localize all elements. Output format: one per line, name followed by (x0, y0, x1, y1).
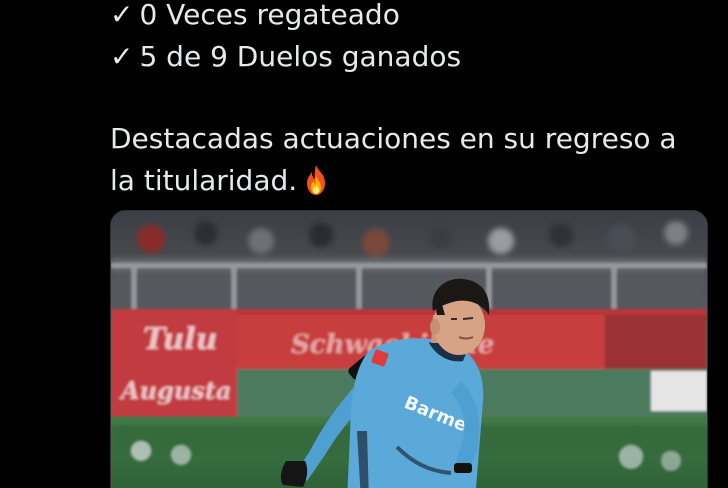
tweet-paragraph-text: la titularidad. (110, 164, 298, 197)
football-player-photo: Tulu Augusta Schwaebische (111, 211, 707, 488)
stat-text: 5 de 9 Duelos ganados (139, 40, 462, 73)
stat-line-duels-won: ✓ 5 de 9 Duelos ganados (110, 40, 461, 74)
tweet-paragraph-line-2: la titularidad. (110, 164, 329, 198)
check-mark: ✓ (110, 0, 134, 31)
fire-icon (307, 165, 326, 195)
svg-text:Tulu: Tulu (143, 322, 218, 357)
tweet-photo[interactable]: Tulu Augusta Schwaebische (110, 210, 708, 488)
tweet-paragraph-line-1: Destacadas actuaciones en su regreso a (110, 122, 677, 155)
stat-line-dribbled-past: ✓ 0 Veces regateado (110, 0, 400, 32)
svg-text:Augusta: Augusta (119, 376, 231, 405)
stat-text: 0 Veces regateado (139, 0, 400, 31)
check-mark: ✓ (110, 40, 134, 73)
